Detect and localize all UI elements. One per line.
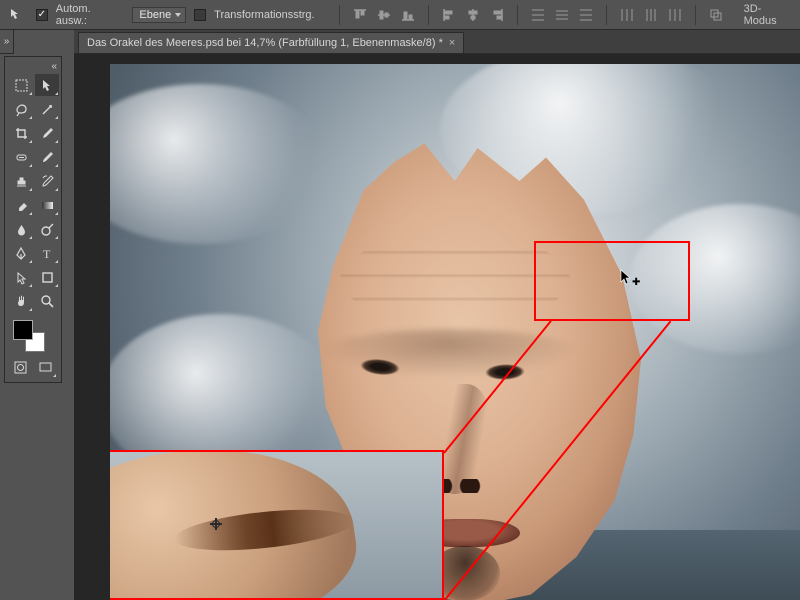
distribute-vertical-centers-icon[interactable] <box>552 5 572 25</box>
zoom-tool[interactable] <box>35 290 59 312</box>
magic-wand-tool[interactable] <box>35 98 59 120</box>
rectangular-marquee-tool[interactable] <box>9 74 33 96</box>
show-transform-controls-checkbox[interactable] <box>194 9 206 21</box>
options-bar: Autom. ausw.: Ebene Transformationsstrg.… <box>0 0 800 30</box>
eraser-tool[interactable] <box>9 194 33 216</box>
distribute-top-icon[interactable] <box>528 5 548 25</box>
hand-tool[interactable] <box>9 290 33 312</box>
artwork-detail <box>320 329 580 379</box>
quick-mask-toggle[interactable] <box>9 356 32 378</box>
foreground-color-swatch[interactable] <box>13 320 33 340</box>
document-canvas[interactable]: ✚ <box>110 64 800 600</box>
annotation-rect-large <box>110 450 444 600</box>
mode-3d-label: 3D-Modus <box>744 3 794 27</box>
document-tab[interactable]: Das Orakel des Meeres.psd bei 14,7% (Far… <box>78 32 464 53</box>
lasso-tool[interactable] <box>9 98 33 120</box>
screen-mode-toggle[interactable] <box>34 356 57 378</box>
history-brush-tool[interactable] <box>35 170 59 192</box>
separator <box>428 5 429 25</box>
distribute-right-icon[interactable] <box>665 5 685 25</box>
move-tool[interactable] <box>35 74 59 96</box>
color-swatches[interactable] <box>9 318 57 352</box>
artwork-cloud <box>110 84 330 244</box>
dodge-tool[interactable] <box>35 218 59 240</box>
crop-tool[interactable] <box>9 122 33 144</box>
blur-tool[interactable] <box>9 218 33 240</box>
show-transform-controls-label: Transformationsstrg. <box>214 9 314 21</box>
move-cursor-icon: ✚ <box>620 269 634 288</box>
distribute-horizontal-centers-icon[interactable] <box>641 5 661 25</box>
auto-select-checkbox[interactable] <box>36 9 48 21</box>
pen-tool[interactable] <box>9 242 33 264</box>
align-bottom-edges-icon[interactable] <box>398 5 418 25</box>
arrange-icon[interactable] <box>706 5 726 25</box>
eyedropper-tool[interactable] <box>35 122 59 144</box>
align-top-edges-icon[interactable] <box>350 5 370 25</box>
align-distribute-group <box>333 5 726 25</box>
clone-stamp-tool[interactable] <box>9 170 33 192</box>
separator <box>606 5 607 25</box>
align-left-edges-icon[interactable] <box>439 5 459 25</box>
annotation-rect-small <box>534 241 690 321</box>
separator <box>695 5 696 25</box>
canvas-workspace: ✚ <box>74 54 800 600</box>
distribute-bottom-icon[interactable] <box>576 5 596 25</box>
type-tool[interactable]: T <box>35 242 59 264</box>
document-tab-title: Das Orakel des Meeres.psd bei 14,7% (Far… <box>87 37 443 49</box>
align-right-edges-icon[interactable] <box>487 5 507 25</box>
auto-select-label: Autom. ausw.: <box>56 3 125 27</box>
align-vertical-centers-icon[interactable] <box>374 5 394 25</box>
move-tool-indicator-icon <box>6 4 28 26</box>
brush-tool[interactable] <box>35 146 59 168</box>
healing-brush-tool[interactable] <box>9 146 33 168</box>
tools-panel-collapse-icon[interactable]: « <box>9 61 57 74</box>
shape-tool[interactable] <box>35 266 59 288</box>
close-icon[interactable]: × <box>449 37 455 49</box>
auto-select-target-dropdown[interactable]: Ebene <box>132 7 186 23</box>
path-selection-tool[interactable] <box>9 266 33 288</box>
gradient-tool[interactable] <box>35 194 59 216</box>
tools-panel: « T <box>4 56 62 383</box>
separator <box>517 5 518 25</box>
svg-text:T: T <box>43 247 51 261</box>
separator <box>339 5 340 25</box>
document-tab-bar: Das Orakel des Meeres.psd bei 14,7% (Far… <box>74 30 800 54</box>
align-horizontal-centers-icon[interactable] <box>463 5 483 25</box>
panel-collapse-chevron-icon[interactable]: » <box>0 30 14 54</box>
target-cursor-icon <box>210 518 222 530</box>
distribute-left-icon[interactable] <box>617 5 637 25</box>
